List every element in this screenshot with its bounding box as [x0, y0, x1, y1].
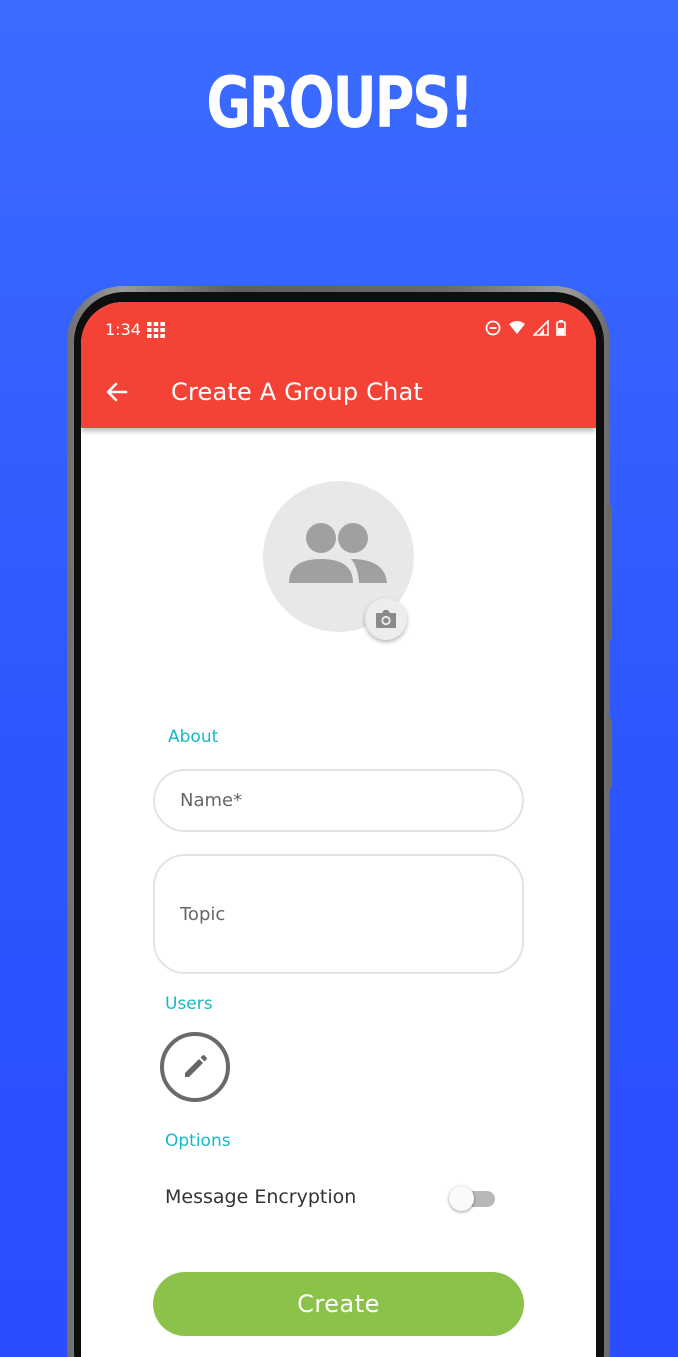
promo-headline: GROUPS!: [206, 62, 474, 144]
options-section-label: Options: [165, 1131, 231, 1151]
name-placeholder: Name*: [180, 790, 243, 811]
name-field[interactable]: Name*: [153, 769, 524, 832]
message-encryption-label: Message Encryption: [165, 1186, 357, 1208]
camera-button[interactable]: [365, 598, 407, 640]
create-button[interactable]: Create: [153, 1272, 524, 1336]
dnd-icon: [485, 320, 501, 336]
phone-side-button: [607, 718, 612, 788]
create-button-label: Create: [297, 1290, 380, 1318]
pencil-icon: [185, 1055, 207, 1077]
back-arrow-icon[interactable]: [103, 378, 131, 406]
status-time: 1:34: [105, 320, 141, 339]
status-icons: [485, 320, 566, 336]
toggle-thumb: [449, 1186, 474, 1211]
app-screen: 1:34 Create A Group Chat About Name* Top…: [81, 302, 596, 1357]
signal-icon: [533, 320, 549, 336]
app-bar: 1:34 Create A Group Chat: [81, 302, 596, 428]
topic-placeholder: Topic: [180, 903, 226, 925]
wifi-icon: [509, 321, 525, 334]
grid-icon: [147, 322, 165, 338]
about-section-label: About: [168, 727, 219, 747]
message-encryption-toggle[interactable]: [449, 1184, 497, 1212]
phone-side-button: [607, 505, 612, 640]
users-section-label: Users: [165, 994, 213, 1014]
camera-icon: [376, 610, 396, 628]
page-title: Create A Group Chat: [171, 378, 424, 406]
edit-users-button[interactable]: [160, 1032, 230, 1102]
topic-field[interactable]: Topic: [153, 854, 524, 974]
battery-icon: [556, 320, 566, 336]
